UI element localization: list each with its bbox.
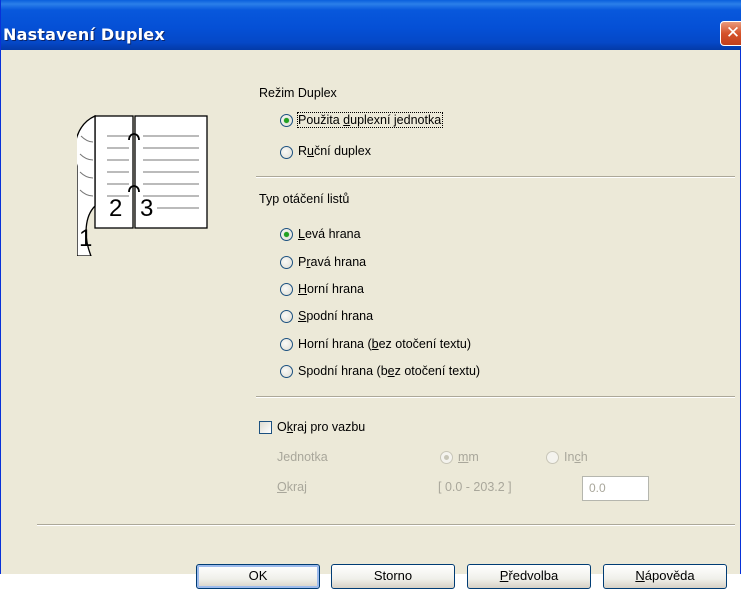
margin-label: Okraj (277, 480, 307, 494)
radio-label-inch: Inch (564, 450, 588, 464)
radio-label-left-edge[interactable]: Levá hrana (298, 227, 361, 241)
duplex-settings-dialog: Nastavení Duplex ✕ 3 2 1 Režim Duplex Po… (0, 0, 741, 589)
radio-label-mm: mm (458, 450, 479, 464)
separator (37, 524, 735, 526)
radio-selected-dot (284, 232, 289, 237)
radio-label-duplex-unit[interactable]: Použita duplexní jednotka (296, 112, 444, 128)
radio-button[interactable] (280, 283, 293, 296)
radio-button (546, 451, 559, 464)
radio-button[interactable] (280, 365, 293, 378)
title-bar[interactable]: Nastavení Duplex ✕ (1, 0, 741, 50)
radio-button[interactable] (280, 228, 293, 241)
ok-button[interactable]: OK (196, 564, 320, 589)
help-button[interactable]: Nápověda (603, 564, 727, 589)
radio-label-bottom-edge[interactable]: Spodní hrana (298, 309, 373, 323)
radio-label-bottom-edge-no-rotate[interactable]: Spodní hrana (bez otočení textu) (298, 364, 480, 378)
radio-button (440, 451, 453, 464)
duplex-mode-group-label: Režim Duplex (259, 86, 337, 100)
close-icon: ✕ (725, 23, 741, 43)
radio-button[interactable] (280, 146, 293, 159)
separator (256, 176, 735, 178)
radio-button[interactable] (280, 114, 293, 127)
separator (256, 396, 735, 398)
duplex-book-illustration: 3 2 1 (77, 114, 208, 256)
radio-button[interactable] (280, 310, 293, 323)
radio-button[interactable] (280, 338, 293, 351)
cancel-button[interactable]: Storno (331, 564, 455, 589)
defaults-button[interactable]: Předvolba (467, 564, 591, 589)
radio-selected-dot (284, 118, 289, 123)
radio-label-manual-duplex[interactable]: Ruční duplex (298, 144, 371, 158)
dialog-content: 3 2 1 Režim Duplex Použita duplexní jedn… (1, 50, 741, 589)
radio-label-top-edge-no-rotate[interactable]: Horní hrana (bez otočení textu) (298, 337, 471, 351)
page-number-1: 1 (79, 225, 92, 252)
radio-label-top-edge[interactable]: Horní hrana (298, 282, 364, 296)
margin-input[interactable]: 0.0 (582, 476, 649, 501)
unit-label: Jednotka (277, 450, 328, 464)
close-button[interactable]: ✕ (720, 21, 741, 46)
page-number-2: 2 (109, 195, 122, 222)
radio-selected-dot (444, 455, 449, 460)
radio-label-right-edge[interactable]: Pravá hrana (298, 255, 366, 269)
margin-range: [ 0.0 - 203.2 ] (438, 480, 512, 494)
radio-button[interactable] (280, 256, 293, 269)
turn-type-group-label: Typ otáčení listů (259, 192, 350, 206)
binding-offset-checkbox[interactable] (259, 421, 272, 434)
page-number-3: 3 (140, 195, 153, 222)
window-title: Nastavení Duplex (3, 25, 165, 44)
binding-offset-label[interactable]: Okraj pro vazbu (277, 420, 365, 434)
